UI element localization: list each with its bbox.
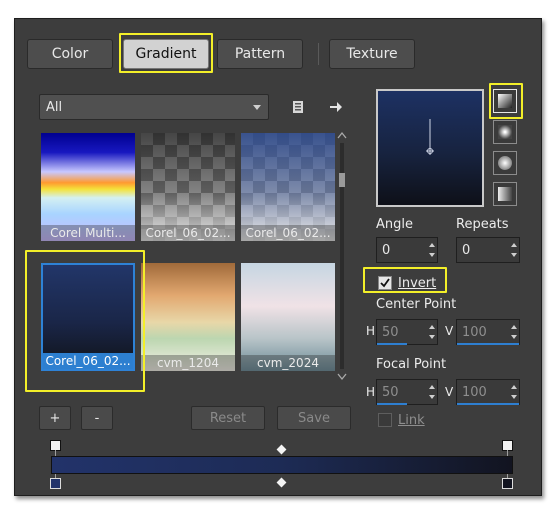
scroll-thumb[interactable] (339, 173, 345, 187)
focal-h-spinner[interactable]: 50 (376, 379, 438, 405)
spinner-arrows-icon[interactable] (427, 380, 437, 404)
repeats-label: Repeats (456, 217, 509, 232)
focal-point-label: Focal Point (376, 357, 447, 372)
angle-value: 0 (382, 242, 391, 258)
focal-v-level (457, 403, 519, 405)
tab-color[interactable]: Color (27, 39, 113, 69)
color-stop-start[interactable] (50, 478, 61, 489)
swatch-caption: Corel_06_02... (241, 225, 335, 241)
swatch-caption: Corel_06_02... (141, 225, 235, 241)
gradient-swatch-grid: Corel Multi... Corel_06_02... Corel_06_0… (37, 129, 337, 391)
center-v-spinner[interactable]: 100 (456, 319, 520, 345)
repeats-spinner[interactable]: 0 (456, 237, 520, 263)
radial-gradient-icon[interactable] (493, 182, 517, 206)
angle-handle-icon[interactable] (378, 91, 482, 205)
gradient-swatch[interactable]: Corel_06_02... (141, 133, 235, 241)
reset-button-label: Reset (209, 410, 247, 426)
color-stop-end[interactable] (502, 478, 513, 489)
arrow-right-icon[interactable] (327, 98, 345, 116)
tab-pattern[interactable]: Pattern (217, 39, 303, 69)
add-button[interactable]: + (39, 406, 71, 430)
rectangular-gradient-icon[interactable] (493, 120, 517, 144)
center-v-level (457, 343, 519, 345)
checkmark-icon (380, 278, 390, 288)
color-midpoint-handle[interactable] (276, 477, 287, 488)
tab-gradient-label: Gradient (135, 46, 197, 62)
center-point-label: Center Point (376, 297, 457, 312)
focal-h-label: H (366, 385, 376, 399)
swatch-scrollbar[interactable] (337, 131, 347, 381)
gradient-swatch[interactable]: Corel_06_02... (241, 133, 335, 241)
focal-v-spinner[interactable]: 100 (456, 379, 520, 405)
focal-v-value: 100 (462, 384, 487, 400)
tab-pattern-label: Pattern (234, 46, 286, 62)
remove-button[interactable]: - (81, 406, 113, 430)
library-icon[interactable] (289, 98, 307, 116)
remove-button-label: - (94, 410, 100, 426)
spinner-arrows-icon[interactable] (427, 238, 437, 262)
linear-gradient-icon[interactable] (493, 89, 517, 113)
save-button-label: Save (298, 410, 330, 426)
center-v-label: V (445, 324, 454, 338)
swatch-caption: Corel Multi... (41, 225, 135, 241)
add-button-label: + (49, 410, 61, 426)
gradient-preview[interactable] (376, 89, 484, 207)
gradient-swatch-selected[interactable]: Corel_06_02... (41, 263, 135, 371)
spinner-arrows-icon[interactable] (509, 380, 519, 404)
invert-checkbox[interactable] (378, 276, 392, 290)
center-h-label: H (366, 324, 376, 338)
angle-spinner[interactable]: 0 (376, 237, 438, 263)
spinner-arrows-icon[interactable] (509, 238, 519, 262)
tab-gradient[interactable]: Gradient (123, 39, 209, 69)
opacity-midpoint-handle[interactable] (276, 444, 287, 455)
scroll-down-icon[interactable] (337, 373, 347, 381)
focal-h-value: 50 (382, 384, 399, 400)
focal-v-label: V (445, 385, 454, 399)
repeats-value: 0 (462, 242, 471, 258)
focal-h-level (377, 403, 407, 405)
invert-label[interactable]: Invert (398, 276, 436, 291)
link-checkbox[interactable] (378, 413, 392, 427)
chevron-down-icon (253, 105, 261, 110)
gradient-swatch[interactable]: cvm_1204 (141, 263, 235, 371)
sunburst-gradient-icon[interactable] (493, 151, 517, 175)
center-h-level (377, 343, 407, 345)
swatch-caption: Corel_06_02... (43, 353, 133, 369)
spinner-arrows-icon[interactable] (427, 320, 437, 344)
swatch-caption: cvm_1204 (141, 355, 235, 371)
angle-label: Angle (376, 217, 413, 232)
center-h-value: 50 (382, 324, 399, 340)
swatch-caption: cvm_2024 (241, 355, 335, 371)
category-dropdown[interactable]: All (39, 94, 269, 120)
spinner-arrows-icon[interactable] (509, 320, 519, 344)
gradient-bar[interactable] (51, 456, 513, 474)
material-properties-panel: Color Gradient Pattern Texture All Corel… (14, 18, 542, 496)
tab-color-label: Color (51, 46, 89, 62)
tab-texture[interactable]: Texture (329, 39, 415, 69)
link-label[interactable]: Link (398, 413, 425, 428)
scroll-up-icon[interactable] (337, 131, 347, 139)
gradient-swatch[interactable]: cvm_2024 (241, 263, 335, 371)
reset-button[interactable]: Reset (191, 406, 265, 430)
tab-texture-label: Texture (346, 46, 398, 62)
save-button[interactable]: Save (277, 406, 351, 430)
gradient-swatch[interactable]: Corel Multi... (41, 133, 135, 241)
center-h-spinner[interactable]: 50 (376, 319, 438, 345)
tab-separator (318, 43, 319, 65)
category-dropdown-value: All (46, 99, 63, 115)
center-v-value: 100 (462, 324, 487, 340)
